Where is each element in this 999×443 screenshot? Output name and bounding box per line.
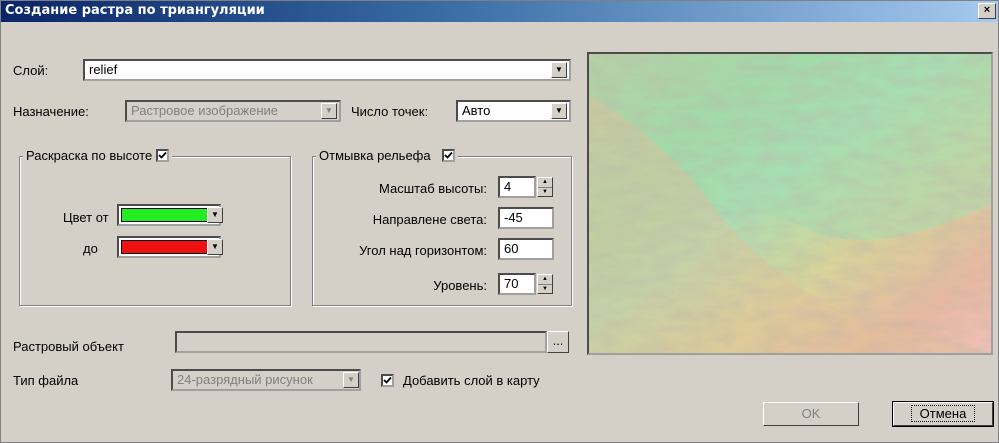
color-to-label: до xyxy=(83,241,98,256)
color-to-picker[interactable] xyxy=(117,236,221,258)
spin-up-icon[interactable]: ▲ xyxy=(538,178,552,188)
points-label: Число точек: xyxy=(351,104,429,119)
color-from-swatch xyxy=(121,208,217,222)
purpose-dropdown-chevron-icon[interactable]: ▼ xyxy=(321,103,337,119)
light-direction-input[interactable]: -45 xyxy=(498,207,554,229)
level-value: 70 xyxy=(504,276,519,291)
purpose-value: Растровое изображение xyxy=(131,103,279,118)
terrain-preview-graphic xyxy=(589,54,991,353)
ok-button[interactable]: OK xyxy=(763,402,859,426)
elevation-angle-input[interactable]: 60 xyxy=(498,238,554,260)
add-layer-checkbox[interactable] xyxy=(381,374,394,387)
height-coloring-label: Раскраска по высоте xyxy=(26,148,153,163)
cancel-label: Отмена xyxy=(910,405,976,422)
file-type-dropdown-chevron-icon[interactable]: ▼ xyxy=(343,372,359,388)
close-icon[interactable]: × xyxy=(978,3,996,19)
spin-down-icon[interactable]: ▼ xyxy=(538,285,552,294)
light-direction-label: Направлене света: xyxy=(372,212,487,227)
browse-button[interactable]: ... xyxy=(547,331,569,353)
file-type-value: 24-разрядный рисунок xyxy=(177,372,313,387)
height-scale-label: Масштаб высоты: xyxy=(379,181,487,196)
hillshade-label: Отмывка рельефа xyxy=(319,148,431,163)
elevation-angle-label: Угол над горизонтом: xyxy=(359,243,487,258)
points-value: Авто xyxy=(462,103,491,118)
level-label: Уровень: xyxy=(433,278,487,293)
height-coloring-group xyxy=(19,156,291,306)
purpose-label: Назначение: xyxy=(13,104,89,119)
window-title: Создание растра по триангуляции xyxy=(5,3,265,18)
color-from-label: Цвет от xyxy=(63,210,109,225)
cancel-button[interactable]: Отмена xyxy=(892,401,994,427)
spin-up-icon[interactable]: ▲ xyxy=(538,275,552,285)
checkmark-icon xyxy=(158,151,167,159)
add-layer-label: Добавить слой в карту xyxy=(403,373,540,388)
color-from-chevron-icon[interactable]: ▼ xyxy=(207,207,223,223)
raster-object-label: Растровый объект xyxy=(13,339,124,354)
height-coloring-checkbox[interactable] xyxy=(155,149,169,162)
layer-dropdown-chevron-icon[interactable]: ▼ xyxy=(551,62,567,78)
hillshade-checkbox[interactable] xyxy=(442,149,456,162)
level-input[interactable]: 70 xyxy=(498,273,536,295)
color-to-chevron-icon[interactable]: ▼ xyxy=(207,239,223,255)
hillshade-legend: Отмывка рельефа xyxy=(316,148,459,163)
title-bar: Создание растра по триангуляции × xyxy=(1,1,998,22)
level-spinner[interactable]: ▲ ▼ xyxy=(537,274,553,294)
spin-down-icon[interactable]: ▼ xyxy=(538,188,552,197)
checkmark-icon xyxy=(444,151,453,159)
file-type-label: Тип файла xyxy=(13,373,79,388)
height-scale-spinner[interactable]: ▲ ▼ xyxy=(537,177,553,197)
dialog-window: Создание растра по триангуляции × Слой: … xyxy=(0,0,999,443)
color-from-picker[interactable] xyxy=(117,204,221,226)
points-dropdown-chevron-icon[interactable]: ▼ xyxy=(551,103,567,119)
elevation-angle-value: 60 xyxy=(504,241,519,256)
layer-label: Слой: xyxy=(13,63,49,78)
height-scale-input[interactable]: 4 xyxy=(498,176,536,198)
relief-preview-image xyxy=(587,52,993,355)
purpose-select[interactable]: Растровое изображение xyxy=(125,100,341,122)
checkmark-icon xyxy=(383,376,392,384)
light-direction-value: -45 xyxy=(504,210,523,225)
raster-object-input[interactable] xyxy=(175,331,547,353)
height-scale-value: 4 xyxy=(504,179,512,194)
layer-select[interactable]: relief xyxy=(83,59,571,81)
layer-value: relief xyxy=(89,62,118,77)
height-coloring-legend: Раскраска по высоте xyxy=(23,148,172,163)
file-type-select[interactable]: 24-разрядный рисунок xyxy=(171,369,361,391)
color-to-swatch xyxy=(121,240,217,254)
